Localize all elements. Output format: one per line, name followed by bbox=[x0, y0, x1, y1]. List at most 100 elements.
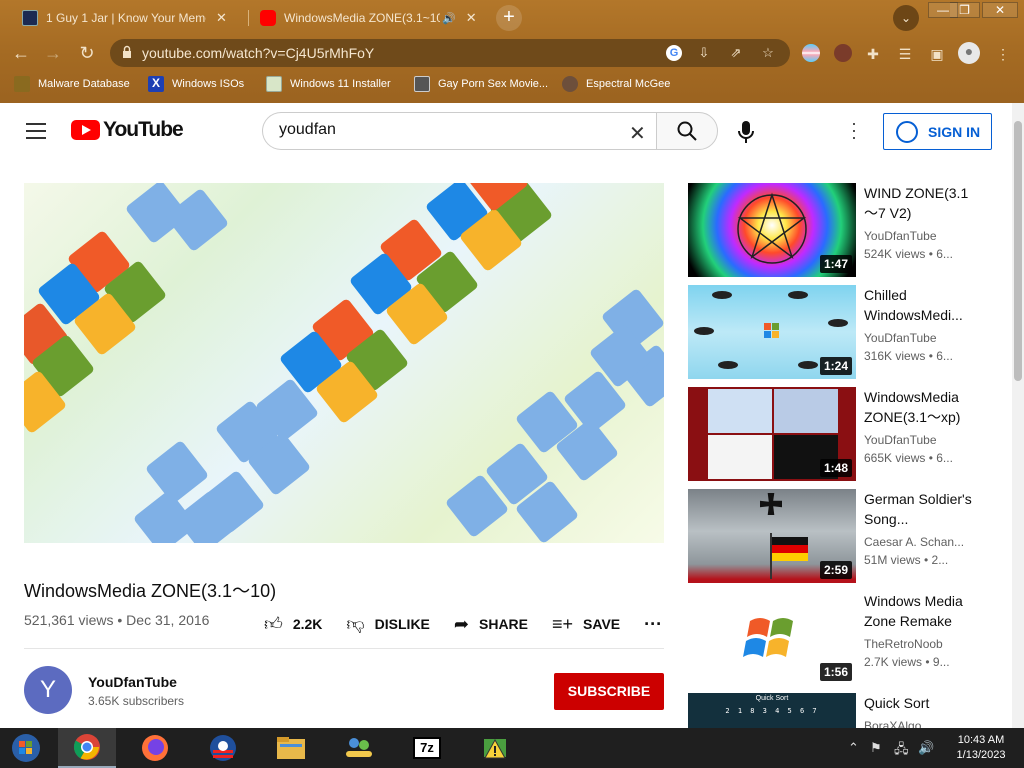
like-button[interactable]: 👍︎ 2.2K bbox=[264, 613, 322, 635]
recommended-views: 665K views • 6... bbox=[864, 451, 953, 465]
tab-know-your-meme[interactable]: 1 Guy 1 Jar | Know Your Meme ✕ bbox=[14, 4, 235, 32]
extension-avatar-icon[interactable] bbox=[834, 44, 852, 62]
recommended-video[interactable]: 1:47 WIND ZONE(3.1～7 V2) YouDfanTube 524… bbox=[688, 183, 1008, 277]
recommended-title[interactable]: Chilled WindowsMedi... bbox=[864, 285, 974, 325]
side-panel-icon[interactable]: ▣ bbox=[928, 45, 946, 63]
video-thumbnail[interactable]: 1:48 bbox=[688, 387, 856, 481]
windows95-panel bbox=[708, 389, 772, 433]
volume-icon[interactable]: 🔊 bbox=[918, 740, 934, 756]
recommended-channel[interactable]: YouDfanTube bbox=[864, 331, 937, 345]
video-thumbnail[interactable]: 2:59 bbox=[688, 489, 856, 583]
recommended-channel[interactable]: Caesar A. Schan... bbox=[864, 535, 964, 549]
microphone-icon[interactable] bbox=[736, 120, 756, 144]
tab-strip: 1 Guy 1 Jar | Know Your Meme ✕ WindowsMe… bbox=[0, 0, 1024, 36]
recommended-channel[interactable]: BoraXAlgo bbox=[864, 719, 921, 728]
profile-icon[interactable]: ● bbox=[958, 42, 980, 64]
reload-button[interactable]: ↻ bbox=[74, 40, 100, 66]
bookmark-movie[interactable]: Gay Porn Sex Movie... bbox=[414, 76, 548, 92]
save-button[interactable]: ≡+ SAVE bbox=[552, 614, 620, 635]
recommended-channel[interactable]: YouDfanTube bbox=[864, 433, 937, 447]
pale-blue-tile bbox=[144, 439, 210, 505]
address-bar[interactable]: youtube.com/watch?v=Cj4U5rMhFoY G ⇩ ⇗ ☆ bbox=[110, 39, 790, 67]
recommended-title[interactable]: Quick Sort bbox=[864, 693, 974, 713]
bookmark-malware-database[interactable]: Malware Database bbox=[14, 76, 130, 92]
video-thumbnail[interactable]: Quick Sort 2 1 8 3 4 5 6 7 bbox=[688, 693, 856, 728]
forward-button[interactable]: → bbox=[40, 40, 66, 66]
recommended-channel[interactable]: TheRetroNoob bbox=[864, 637, 943, 651]
search-icon bbox=[677, 121, 697, 141]
bookmark-windows-11-installer[interactable]: Windows 11 Installer bbox=[266, 76, 391, 92]
youtube-header: YouTube ✕ ··· SIGN IN bbox=[0, 103, 1012, 160]
taskbar-network-app[interactable] bbox=[330, 728, 388, 768]
recommended-video[interactable]: 2:59 German Soldier's Song... Caesar A. … bbox=[688, 489, 1008, 583]
system-clock[interactable]: 10:43 AM 1/13/2023 bbox=[944, 733, 1018, 763]
speaker-icon[interactable]: 🔊 bbox=[442, 12, 456, 25]
bookmark-windows-isos[interactable]: X Windows ISOs bbox=[148, 76, 244, 92]
start-button[interactable] bbox=[0, 728, 52, 768]
video-player[interactable] bbox=[24, 183, 664, 543]
thumbs-up-icon: 👍︎ bbox=[264, 614, 283, 634]
youtube-logo-text[interactable]: YouTube bbox=[103, 118, 184, 142]
duration-badge: 1:56 bbox=[819, 663, 852, 681]
close-icon[interactable]: ✕ bbox=[216, 10, 227, 26]
scrollbar-thumb[interactable] bbox=[1014, 121, 1022, 381]
video-thumbnail[interactable]: 1:56 bbox=[688, 591, 856, 685]
taskbar-chrome[interactable] bbox=[58, 728, 116, 768]
show-hidden-icons[interactable]: ⌃ bbox=[848, 740, 859, 756]
tab-youtube[interactable]: WindowsMedia ZONE(3.1~10) 🔊 ✕ bbox=[252, 4, 485, 32]
channel-name[interactable]: YouDfanTube bbox=[88, 674, 177, 690]
sign-in-button[interactable]: SIGN IN bbox=[883, 113, 992, 150]
taskbar-warning-app[interactable] bbox=[466, 728, 524, 768]
recommended-video[interactable]: 1:48 WindowsMedia ZONE(3.1～xp) YouDfanTu… bbox=[688, 387, 1008, 481]
tab-divider bbox=[248, 10, 249, 26]
recommended-channel[interactable]: YouDfanTube bbox=[864, 229, 937, 243]
recommended-title[interactable]: WindowsMedia ZONE(3.1～xp) bbox=[864, 387, 974, 427]
share-button[interactable]: ➦ SHARE bbox=[454, 614, 528, 635]
settings-more-icon[interactable]: · · · bbox=[846, 114, 862, 146]
recommended-title[interactable]: WIND ZONE(3.1～7 V2) bbox=[864, 183, 974, 223]
search-input[interactable] bbox=[279, 121, 619, 139]
more-actions-button[interactable]: ··· bbox=[644, 614, 672, 635]
bookmark-espectral-mcgee[interactable]: Espectral McGee bbox=[562, 76, 670, 92]
thumbs-down-icon: 👎︎ bbox=[346, 614, 365, 634]
dislike-button[interactable]: 👎︎ DISLIKE bbox=[346, 613, 430, 635]
recommended-title[interactable]: Windows Media Zone Remake bbox=[864, 591, 974, 631]
taskbar-obama-app[interactable] bbox=[194, 728, 252, 768]
folder-icon bbox=[14, 76, 30, 92]
back-button[interactable]: ← bbox=[8, 40, 34, 66]
recommended-video[interactable]: 1:56 Windows Media Zone Remake TheRetroN… bbox=[688, 591, 1008, 685]
video-thumbnail[interactable]: 1:24 bbox=[688, 285, 856, 379]
tab-search-button[interactable]: ⌄ bbox=[893, 5, 919, 31]
menu-icon[interactable] bbox=[26, 123, 46, 139]
close-icon[interactable]: ✕ bbox=[466, 10, 477, 26]
youtube-logo-icon[interactable] bbox=[71, 120, 100, 140]
subscribe-button[interactable]: SUBSCRIBE bbox=[554, 673, 664, 710]
extensions-puzzle-icon[interactable]: ✚ bbox=[864, 45, 882, 63]
maximize-button[interactable]: ❐ bbox=[950, 2, 980, 18]
clock-time: 10:43 AM bbox=[957, 734, 1005, 746]
new-tab-button[interactable]: + bbox=[496, 5, 522, 31]
search-button[interactable] bbox=[656, 112, 718, 150]
search-box[interactable]: ✕ bbox=[262, 112, 656, 150]
network-icon[interactable]: 🖧 bbox=[894, 740, 909, 762]
recommended-video[interactable]: Quick Sort 2 1 8 3 4 5 6 7 Quick Sort Bo… bbox=[688, 693, 1008, 728]
recommended-views: 524K views • 6... bbox=[864, 247, 953, 261]
close-window-button[interactable]: ✕ bbox=[982, 2, 1018, 18]
media-control-icon[interactable]: ☰ bbox=[896, 45, 914, 63]
share-icon[interactable]: ⇗ bbox=[728, 45, 744, 61]
bookmark-star-icon[interactable]: ☆ bbox=[760, 45, 776, 61]
page-scrollbar[interactable] bbox=[1012, 103, 1024, 728]
video-thumbnail[interactable]: 1:47 bbox=[688, 183, 856, 277]
taskbar-firefox[interactable] bbox=[126, 728, 184, 768]
channel-avatar[interactable]: Y bbox=[24, 666, 72, 714]
recommended-title[interactable]: German Soldier's Song... bbox=[864, 489, 974, 529]
google-icon[interactable]: G bbox=[666, 45, 682, 61]
action-center-flag-icon[interactable]: ⚑ bbox=[870, 740, 882, 756]
taskbar-7zip[interactable]: 7z bbox=[398, 728, 456, 768]
clear-search-icon[interactable]: ✕ bbox=[629, 121, 646, 146]
profile-flag-icon[interactable] bbox=[802, 44, 820, 62]
install-app-icon[interactable]: ⇩ bbox=[696, 45, 712, 61]
taskbar-file-explorer[interactable] bbox=[262, 728, 320, 768]
recommended-video[interactable]: 1:24 Chilled WindowsMedi... YouDfanTube … bbox=[688, 285, 1008, 379]
browser-menu-icon[interactable]: ⋮ bbox=[994, 45, 1012, 63]
